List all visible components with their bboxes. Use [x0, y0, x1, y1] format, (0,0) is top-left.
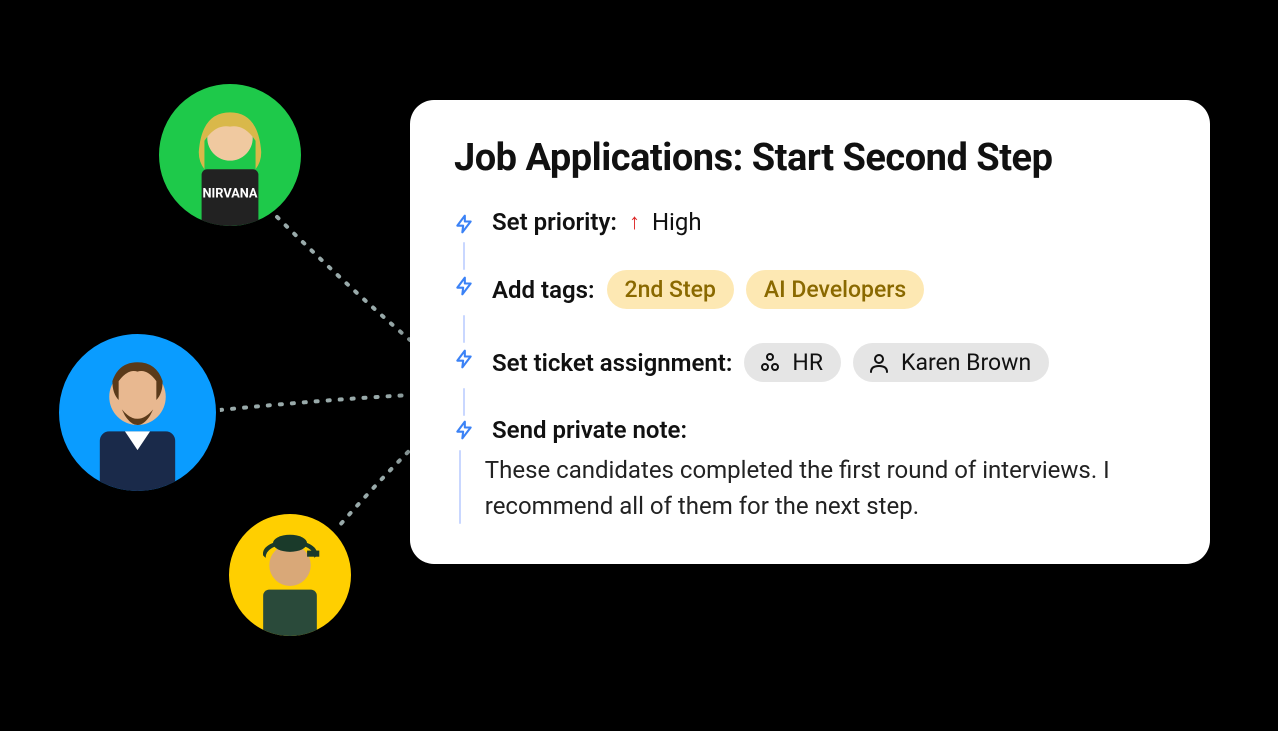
avatar-2 [55, 330, 220, 495]
lightning-icon [454, 276, 474, 296]
step-set-assignment: Set ticket assignment: HR Karen Brown [454, 343, 1166, 388]
arrow-up-icon: ↑ [629, 209, 640, 235]
step-set-priority: Set priority: ↑ High [454, 208, 1166, 242]
step-send-note: Send private note: [454, 416, 1166, 450]
avatar-3 [225, 510, 355, 640]
lightning-icon [454, 214, 474, 234]
priority-value: High [652, 208, 702, 236]
lightning-icon [454, 349, 474, 369]
step-add-tags: Add tags: 2nd Step AI Developers [454, 270, 1166, 315]
note-label: Send private note: [492, 416, 687, 444]
tags-label: Add tags: [492, 276, 595, 304]
chip-person-karen[interactable]: Karen Brown [853, 343, 1049, 382]
chip-team-label: HR [792, 349, 823, 376]
person-icon [867, 351, 891, 375]
team-icon [758, 351, 782, 375]
chip-person-label: Karen Brown [901, 349, 1031, 376]
tag-2nd-step[interactable]: 2nd Step [607, 270, 734, 309]
lightning-icon [454, 420, 474, 440]
priority-label: Set priority: [492, 208, 617, 236]
workflow-card: Job Applications: Start Second Step Set … [410, 100, 1210, 564]
avatar-1: NIRVANA [155, 80, 305, 230]
card-title: Job Applications: Start Second Step [454, 136, 1166, 180]
tag-ai-developers[interactable]: AI Developers [746, 270, 924, 309]
svg-text:NIRVANA: NIRVANA [203, 187, 258, 202]
chip-team-hr[interactable]: HR [744, 343, 841, 382]
assignment-label: Set ticket assignment: [492, 349, 732, 377]
note-text: These candidates completed the first rou… [485, 452, 1166, 524]
